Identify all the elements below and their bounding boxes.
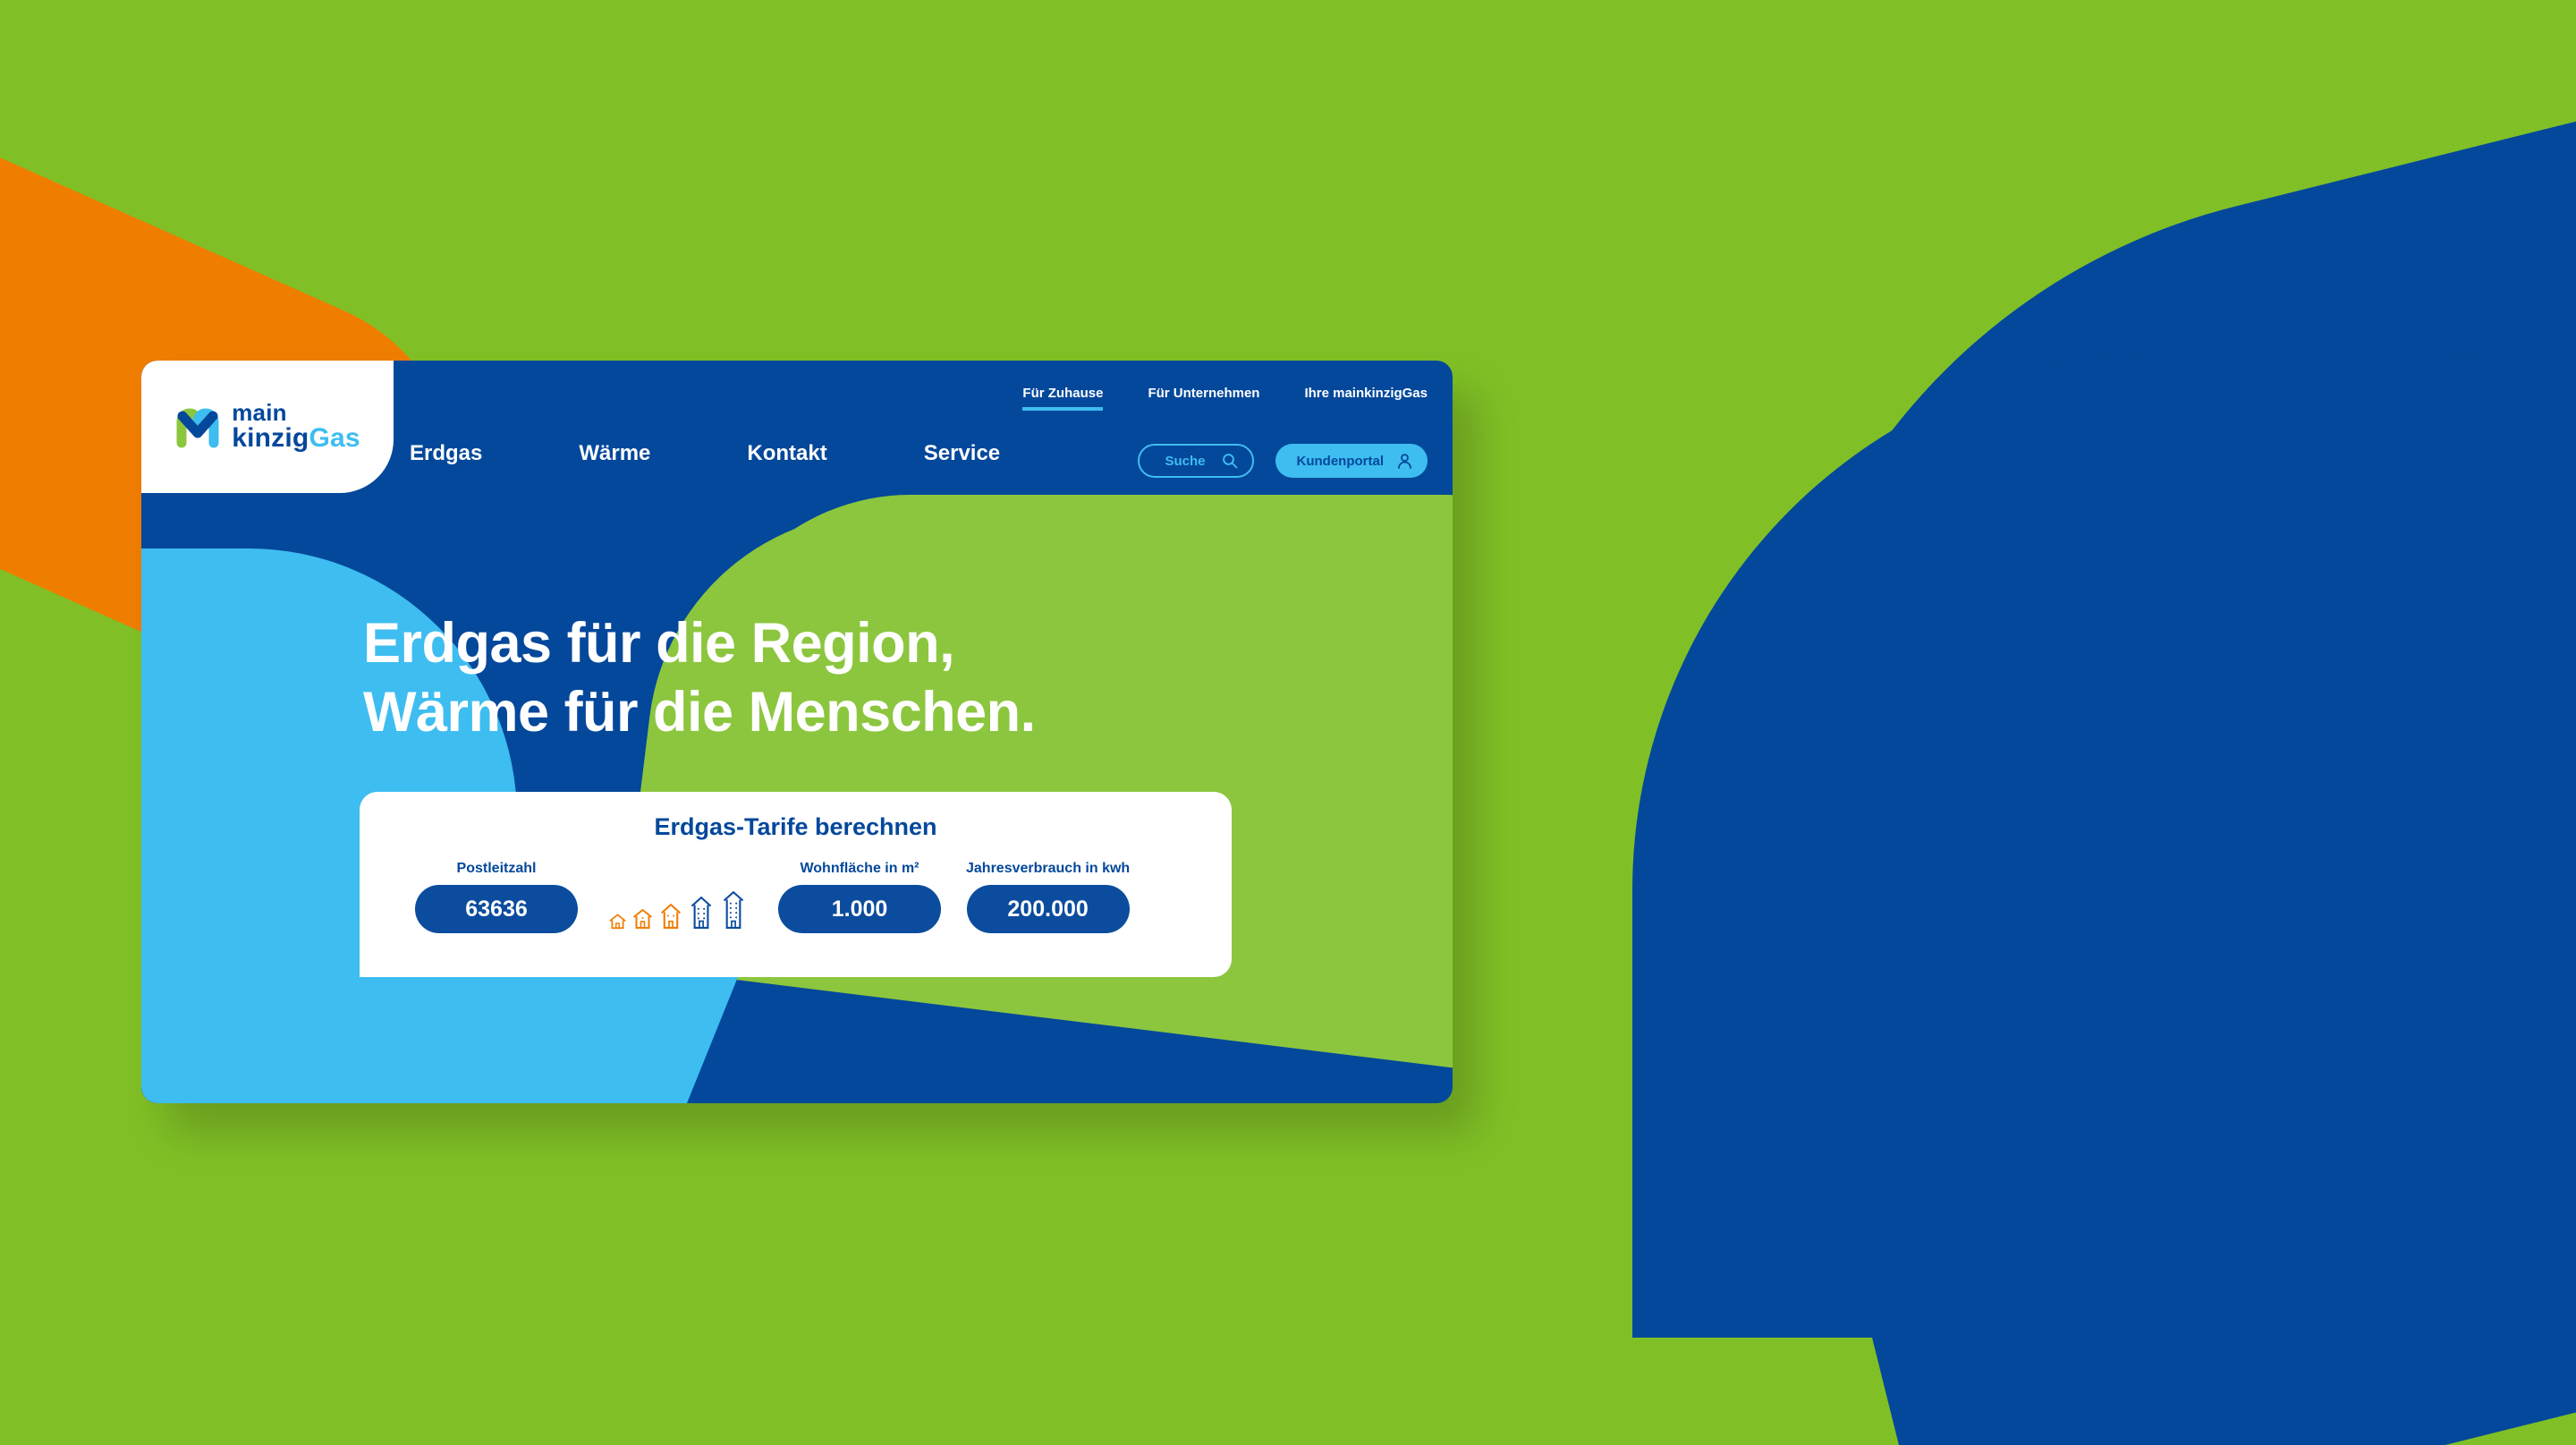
mainkinziggas-mark-icon [176, 408, 219, 448]
nav-item-erdgas[interactable]: Erdgas [410, 441, 482, 466]
search-label: Suche [1165, 453, 1206, 469]
hero-heading: Erdgas für die Region, Wärme für die Men… [363, 609, 1036, 747]
hero-heading-line-2: Wärme für die Menschen. [363, 680, 1036, 744]
meta-nav-item-fuer-unternehmen[interactable]: Für Unternehmen [1148, 386, 1259, 407]
apartment-building-1-icon [691, 897, 712, 929]
meta-navigation: Für Zuhause Für Unternehmen Ihre mainkin… [1022, 386, 1428, 411]
hero-heading-line-1: Erdgas für die Region, [363, 612, 955, 675]
logo-text-main: main [232, 399, 287, 427]
main-navigation: Erdgas Wärme Kontakt Service [410, 441, 1000, 466]
logo-text-gas: Gas [309, 422, 360, 453]
meta-nav-item-fuer-zuhause[interactable]: Für Zuhause [1022, 386, 1104, 411]
field-wohnflaeche: Wohnfläche in m² 1.000 [778, 861, 941, 933]
nav-item-kontakt[interactable]: Kontakt [747, 441, 826, 466]
house-small-2-icon [632, 909, 653, 929]
house-size-scale-icon[interactable] [608, 890, 748, 930]
brand-logo[interactable]: main kinzigGas [174, 401, 360, 452]
house-small-1-icon [609, 914, 626, 930]
house-medium-icon [660, 904, 682, 929]
tariff-calculator-card: Erdgas-Tarife berechnen Postleitzahl 636… [360, 792, 1232, 977]
calculator-fields: Postleitzahl 63636 Wohnfläche in m² 1.00… [360, 861, 1232, 933]
search-button[interactable]: Suche [1138, 444, 1254, 478]
input-wohnflaeche[interactable]: 1.000 [778, 885, 941, 933]
input-jahresverbrauch[interactable]: 200.000 [966, 885, 1130, 933]
website-preview-card: main kinzigGas Für Zuhause Für Unternehm… [141, 361, 1453, 1103]
background-blue-shape-2 [1632, 353, 2576, 1338]
input-postleitzahl[interactable]: 63636 [415, 885, 578, 933]
field-label-postleitzahl: Postleitzahl [456, 861, 537, 876]
kundenportal-label: Kundenportal [1296, 453, 1385, 469]
logo-panel[interactable]: main kinzigGas [141, 361, 394, 493]
search-icon [1222, 454, 1237, 469]
apartment-building-2-icon [723, 891, 744, 929]
header-tools: Suche Kundenportal [1138, 444, 1428, 478]
field-jahresverbrauch: Jahresverbrauch in kwh 200.000 [966, 861, 1130, 933]
kundenportal-button[interactable]: Kundenportal [1275, 444, 1428, 478]
page-background: main kinzigGas Für Zuhause Für Unternehm… [0, 0, 2576, 1445]
calculator-title: Erdgas-Tarife berechnen [654, 813, 937, 840]
meta-nav-item-ihre-mainkinziggas[interactable]: Ihre mainkinzigGas [1304, 386, 1428, 407]
field-postleitzahl: Postleitzahl 63636 [415, 861, 578, 933]
field-label-jahresverbrauch: Jahresverbrauch in kwh [966, 861, 1131, 876]
nav-item-waerme[interactable]: Wärme [579, 441, 650, 466]
user-icon [1398, 453, 1411, 469]
logo-text-kinzig: kinzig [232, 422, 309, 453]
field-label-wohnflaeche: Wohnfläche in m² [800, 861, 919, 876]
nav-item-service[interactable]: Service [924, 441, 1000, 466]
